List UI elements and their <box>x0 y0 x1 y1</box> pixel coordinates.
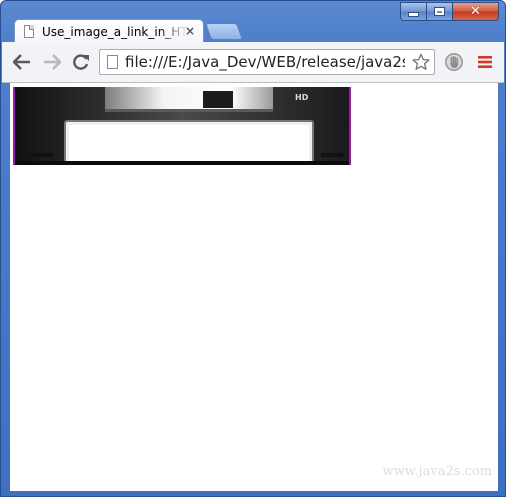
menu-button[interactable] <box>474 50 496 74</box>
maximize-icon <box>434 7 445 16</box>
hand-extension-icon <box>445 53 463 71</box>
back-arrow-icon <box>13 54 30 70</box>
minimize-icon <box>408 12 419 17</box>
close-window-button[interactable]: ✕ <box>453 2 499 21</box>
forward-arrow-icon <box>44 54 61 70</box>
back-button[interactable] <box>10 50 34 74</box>
maximize-button[interactable] <box>427 2 453 21</box>
tab-title: Use_image_a_link_in_HTML <box>42 25 188 39</box>
floppy-disk-image[interactable]: HD <box>13 87 351 165</box>
page-icon <box>107 55 118 69</box>
reload-button[interactable] <box>69 50 93 74</box>
url-input[interactable]: file:///E:/Java_Dev/WEB/release/java2sID… <box>125 52 405 72</box>
watermark: www.java2s.com <box>382 464 492 479</box>
tab-close-icon[interactable]: × <box>185 24 195 38</box>
reload-icon <box>73 54 89 70</box>
svg-text:HD: HD <box>295 93 309 102</box>
floppy-image-link[interactable]: HD <box>13 87 351 169</box>
address-bar[interactable]: file:///E:/Java_Dev/WEB/release/java2sID… <box>99 49 435 75</box>
browser-window: ✕ Use_image_a_link_in_HTML × file:/// <box>0 0 506 497</box>
bookmark-star-button[interactable] <box>410 52 432 72</box>
page-content: HD www.java2s.com <box>10 83 498 491</box>
browser-toolbar: file:///E:/Java_Dev/WEB/release/java2sID… <box>2 42 504 83</box>
window-caption-buttons: ✕ <box>400 2 499 22</box>
hamburger-menu-icon <box>478 56 492 68</box>
page-icon <box>24 25 34 38</box>
close-icon: ✕ <box>470 4 481 19</box>
extension-button[interactable] <box>443 50 465 74</box>
minimize-button[interactable] <box>400 2 427 21</box>
tab-active[interactable]: Use_image_a_link_in_HTML × <box>14 19 204 43</box>
new-tab-button[interactable] <box>204 23 244 40</box>
forward-button[interactable] <box>40 50 64 74</box>
star-icon <box>412 53 430 70</box>
